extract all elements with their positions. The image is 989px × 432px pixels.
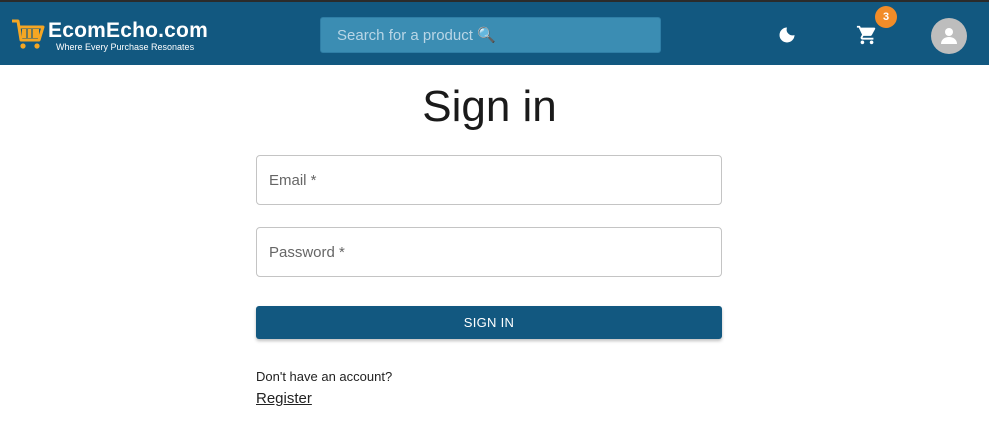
cart-icon [856,25,876,45]
register-link[interactable]: Register [256,390,312,407]
brand-logo[interactable]: EcomEcho.com Where Every Purchase Resona… [10,16,230,56]
cart-count-badge: 3 [875,6,897,28]
email-field-box[interactable] [256,155,722,205]
theme-toggle-button[interactable] [771,19,803,51]
password-field-box[interactable] [256,227,722,277]
sign-in-button[interactable]: SIGN IN [256,306,722,339]
shopping-cart-logo-icon [12,19,45,49]
brand-tagline: Where Every Purchase Resonates [56,42,195,52]
top-navbar: EcomEcho.com Where Every Purchase Resona… [0,2,989,65]
moon-icon [779,27,795,43]
account-avatar[interactable] [931,18,967,54]
page-title: Sign in [422,82,557,131]
search-input[interactable] [321,18,660,52]
search-box[interactable] [320,17,661,53]
password-input[interactable] [257,228,721,276]
email-input[interactable] [257,156,721,204]
account-icon [941,28,957,44]
no-account-text: Don't have an account? [256,369,393,384]
brand-name: EcomEcho.com [48,19,208,42]
